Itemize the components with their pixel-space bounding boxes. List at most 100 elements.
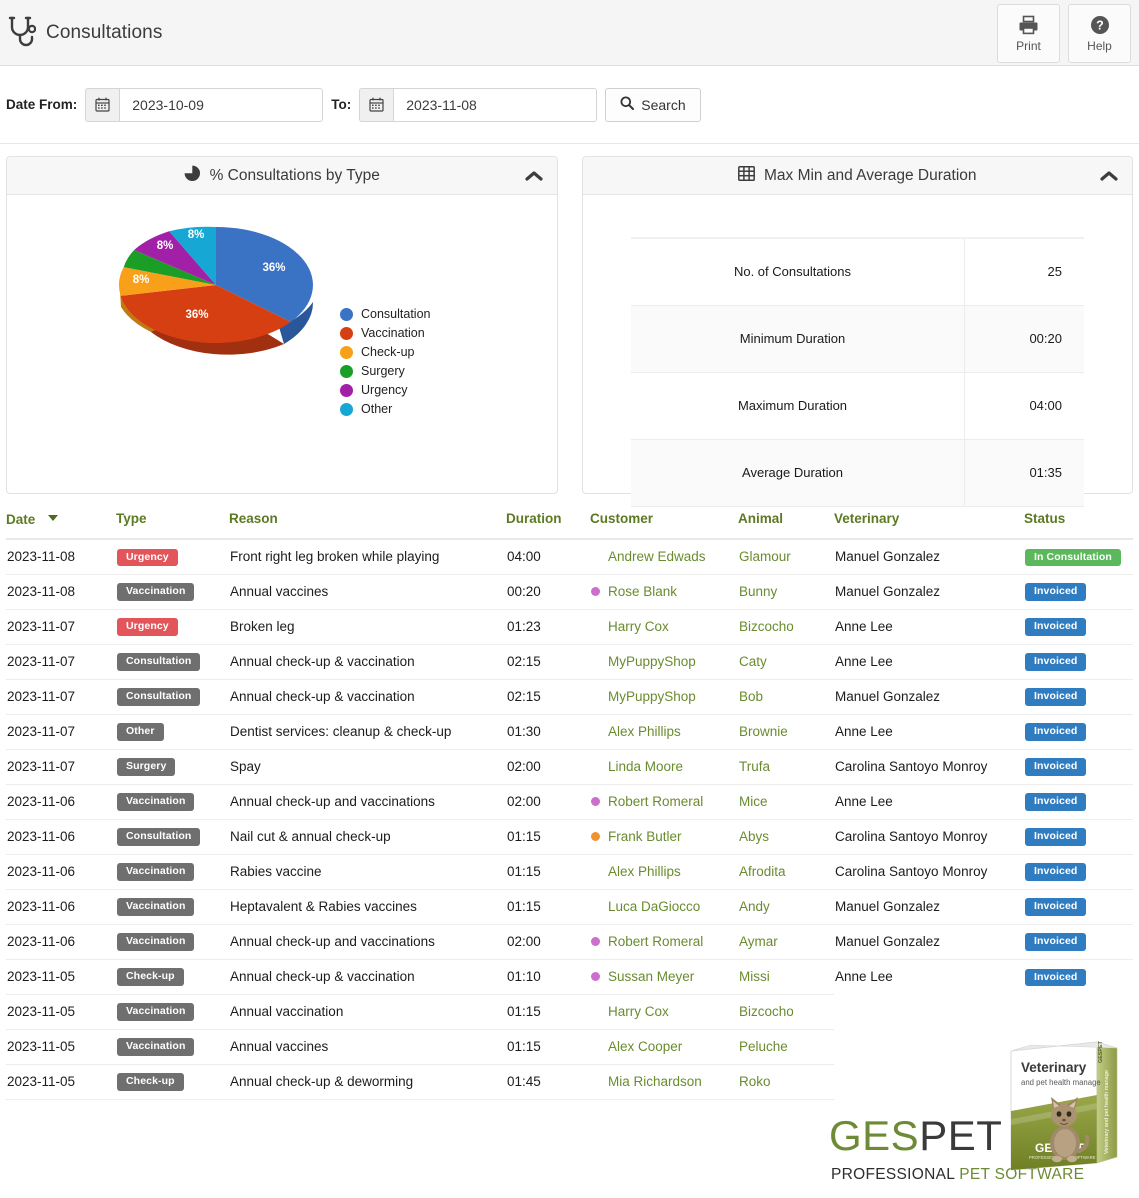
customer-link[interactable]: Luca DaGiocco [608, 899, 700, 914]
stat-label: Average Duration [630, 439, 965, 507]
caret-down-icon[interactable] [48, 510, 59, 525]
cell-duration: 01:15 [506, 854, 590, 890]
cell-duration: 01:30 [506, 714, 590, 750]
animal-link[interactable]: Bizcocho [739, 619, 794, 634]
table-row[interactable]: 2023-11-06 Vaccination Heptavalent & Rabie… [6, 889, 1133, 925]
cell-date: 2023-11-07 [6, 749, 116, 785]
table-row[interactable]: 2023-11-08 Urgency Front right leg broken … [6, 539, 1133, 575]
table-row[interactable]: 2023-11-06 Consultation Nail cut & annual … [6, 819, 1133, 855]
column-header-type[interactable]: Type [116, 510, 229, 540]
customer-link[interactable]: Linda Moore [608, 759, 683, 774]
table-row[interactable]: 2023-11-05 Vaccination Annual vaccines 01:1… [6, 1029, 1133, 1065]
column-header-reason[interactable]: Reason [229, 510, 506, 540]
animal-link[interactable]: Glamour [739, 549, 791, 564]
cell-type: Vaccination [116, 854, 229, 890]
table-row: Maximum Duration 04:00 [630, 372, 1084, 440]
customer-link[interactable]: Alex Phillips [608, 864, 681, 879]
date-to-input[interactable] [393, 87, 598, 122]
animal-link[interactable]: Mice [739, 794, 768, 809]
cell-animal: Mice [738, 784, 834, 820]
column-header-status[interactable]: Status [1024, 510, 1133, 540]
animal-link[interactable]: Aymar [739, 934, 778, 949]
table-row[interactable]: 2023-11-06 Vaccination Rabies vaccine 01:15… [6, 854, 1133, 890]
animal-link[interactable]: Brownie [739, 724, 788, 739]
animal-link[interactable]: Caty [739, 654, 767, 669]
chevron-up-icon[interactable] [1100, 170, 1118, 182]
table-row[interactable]: 2023-11-07 Urgency Broken leg 01:23 Harry Co… [6, 609, 1133, 645]
customer-link[interactable]: Frank Butler [608, 829, 682, 844]
cell-duration: 00:20 [506, 574, 590, 610]
cell-duration: 01:23 [506, 609, 590, 645]
chevron-up-icon[interactable] [524, 170, 543, 182]
animal-link[interactable]: Peluche [739, 1039, 788, 1054]
table-row[interactable]: 2023-11-06 Vaccination Annual check-up and… [6, 784, 1133, 820]
customer-link[interactable]: Alex Cooper [608, 1039, 682, 1054]
table-row[interactable]: 2023-11-08 Vaccination Annual vaccines 00:2… [6, 574, 1133, 610]
customer-color-dot [591, 797, 600, 806]
animal-link[interactable]: Missi [739, 969, 770, 984]
cell-type: Check-up [116, 959, 229, 995]
cell-customer: Alex Phillips [590, 714, 738, 750]
animal-link[interactable]: Afrodita [739, 864, 786, 879]
type-badge: Check-up [117, 1073, 184, 1091]
animal-link[interactable]: Bunny [739, 584, 777, 599]
table-row[interactable]: 2023-11-06 Vaccination Annual check-up and… [6, 924, 1133, 960]
status-badge: Invoiced [1025, 758, 1087, 776]
animal-link[interactable]: Abys [739, 829, 769, 844]
customer-link[interactable]: Robert Romeral [608, 794, 703, 809]
cell-reason: Annual check-up and vaccinations [229, 784, 506, 820]
type-badge: Vaccination [117, 933, 195, 951]
table-row[interactable]: 2023-11-05 Check-up Annual check-up & vacc… [6, 959, 1133, 995]
print-button[interactable]: Print [997, 4, 1060, 63]
calendar-icon[interactable] [359, 87, 394, 122]
column-header-duration[interactable]: Duration [506, 510, 590, 540]
column-header-date[interactable]: Date [6, 510, 116, 540]
customer-link[interactable]: Robert Romeral [608, 934, 703, 949]
type-badge: Vaccination [117, 583, 195, 601]
customer-link[interactable]: Sussan Meyer [608, 969, 694, 984]
table-row[interactable]: 2023-11-07 Surgery Spay 02:00 Linda Moore Tru… [6, 749, 1133, 785]
search-button-label: Search [641, 96, 686, 113]
animal-link[interactable]: Trufa [739, 759, 770, 774]
customer-link[interactable]: MyPuppyShop [608, 689, 696, 704]
column-header-animal[interactable]: Animal [738, 510, 834, 540]
animal-link[interactable]: Bizcocho [739, 1004, 794, 1019]
cell-customer: Andrew Edwads [590, 539, 738, 575]
calendar-icon[interactable] [85, 87, 120, 122]
search-button[interactable]: Search [605, 87, 701, 122]
animal-link[interactable]: Bob [739, 689, 763, 704]
pie-label-checkup: 8% [133, 274, 150, 286]
table-row[interactable]: 2023-11-05 Check-up Annual check-up & dewo… [6, 1064, 1133, 1100]
help-label: Help [1087, 38, 1112, 53]
cell-veterinary: Anne Lee [834, 714, 1024, 750]
customer-link[interactable]: Rose Blank [608, 584, 677, 599]
date-from-input[interactable] [119, 87, 324, 122]
animal-link[interactable]: Andy [739, 899, 770, 914]
stat-value: 00:20 [964, 305, 1084, 373]
column-header-veterinary[interactable]: Veterinary [834, 510, 1024, 540]
cell-reason: Spay [229, 749, 506, 785]
column-label: Date [6, 512, 36, 527]
pie-label-other: 8% [188, 229, 205, 241]
help-button[interactable]: ? Help [1068, 4, 1131, 63]
status-badge: Invoiced [1025, 688, 1087, 706]
customer-link[interactable]: MyPuppyShop [608, 654, 696, 669]
stat-value: 25 [964, 237, 1084, 306]
table-row[interactable]: 2023-11-07 Consultation Annual check-up & … [6, 679, 1133, 715]
box-brand: GESPET [1035, 1141, 1084, 1155]
customer-link[interactable]: Harry Cox [608, 619, 669, 634]
animal-link[interactable]: Roko [739, 1074, 771, 1089]
cell-type: Consultation [116, 679, 229, 715]
customer-link[interactable]: Andrew Edwads [608, 549, 706, 564]
table-row[interactable]: 2023-11-05 Vaccination Annual vaccination 0… [6, 994, 1133, 1030]
column-header-customer[interactable]: Customer [590, 510, 738, 540]
customer-link[interactable]: Alex Phillips [608, 724, 681, 739]
customer-link[interactable]: Mia Richardson [608, 1074, 702, 1089]
table-row[interactable]: 2023-11-07 Consultation Annual check-up & … [6, 644, 1133, 680]
legend-label: Consultation [361, 307, 431, 321]
cell-customer: Alex Cooper [590, 1029, 738, 1065]
cell-veterinary: Carolina Santoyo Monroy [834, 819, 1024, 855]
type-badge: Consultation [117, 828, 201, 846]
table-row[interactable]: 2023-11-07 Other Dentist services: cleanup… [6, 714, 1133, 750]
customer-link[interactable]: Harry Cox [608, 1004, 669, 1019]
